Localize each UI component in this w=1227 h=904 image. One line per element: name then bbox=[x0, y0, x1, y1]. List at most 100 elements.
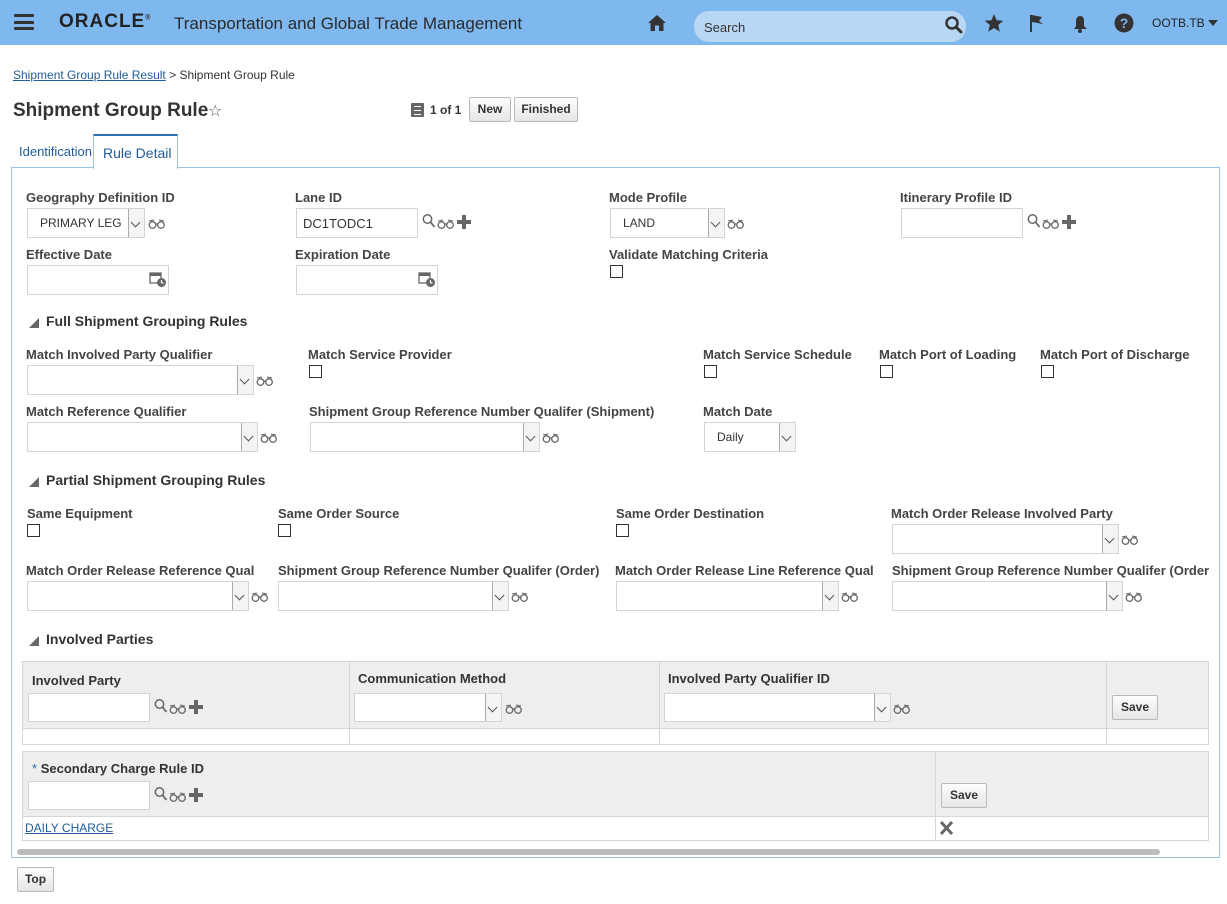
favorites-star-icon[interactable] bbox=[983, 12, 1005, 34]
view-details-icon[interactable] bbox=[511, 589, 529, 605]
communication-method-select[interactable] bbox=[354, 693, 502, 722]
or-involved-party-label: Match Order Release Involved Party bbox=[891, 506, 1113, 521]
view-details-icon[interactable] bbox=[169, 789, 187, 805]
table-header bbox=[23, 662, 1208, 728]
app-title: Transportation and Global Trade Manageme… bbox=[174, 14, 523, 33]
reference-qual-select[interactable] bbox=[27, 422, 258, 452]
collapse-triangle-icon[interactable] bbox=[29, 477, 39, 487]
chevron-down-icon[interactable] bbox=[874, 694, 890, 721]
search-input[interactable] bbox=[704, 17, 934, 37]
chevron-down-icon[interactable] bbox=[1102, 525, 1118, 553]
itinerary-profile-label: Itinerary Profile ID bbox=[900, 190, 1012, 205]
match-date-label: Match Date bbox=[703, 404, 773, 419]
home-icon[interactable] bbox=[647, 13, 667, 33]
chevron-down-icon[interactable] bbox=[241, 423, 257, 451]
full-grouping-title: Full Shipment Grouping Rules bbox=[46, 313, 248, 329]
involved-save-button[interactable]: Save bbox=[1112, 695, 1158, 720]
calendar-icon[interactable] bbox=[149, 270, 167, 288]
chevron-down-icon[interactable] bbox=[492, 582, 508, 610]
match-date-select[interactable]: Daily bbox=[704, 422, 796, 452]
or-ref-qual-label: Match Order Release Reference Qual bbox=[26, 563, 255, 578]
validate-matching-checkbox[interactable] bbox=[610, 265, 623, 278]
search-box[interactable] bbox=[694, 11, 966, 42]
user-menu[interactable]: OOTB.TB bbox=[1152, 16, 1205, 30]
mode-profile-select[interactable]: LAND bbox=[610, 208, 725, 238]
same-equipment-checkbox[interactable] bbox=[27, 524, 40, 537]
orl-ref-qual-select[interactable] bbox=[616, 581, 839, 611]
service-provider-checkbox[interactable] bbox=[309, 365, 322, 378]
favorite-star-icon[interactable]: ☆ bbox=[208, 101, 222, 121]
flags-icon[interactable] bbox=[1026, 12, 1048, 34]
tab-rule-detail[interactable]: Rule Detail bbox=[93, 134, 178, 169]
sg-ref-qual-shipment-select[interactable] bbox=[310, 422, 540, 452]
add-icon[interactable] bbox=[187, 699, 205, 715]
chevron-down-icon[interactable] bbox=[523, 423, 539, 451]
chevron-down-icon[interactable] bbox=[128, 209, 144, 237]
itinerary-profile-input[interactable] bbox=[901, 208, 1023, 238]
tab-identification[interactable]: Identification bbox=[19, 144, 92, 159]
port-discharge-checkbox[interactable] bbox=[1041, 365, 1054, 378]
view-details-icon[interactable] bbox=[1121, 532, 1139, 548]
add-icon[interactable] bbox=[1060, 214, 1078, 230]
match-date-value: Daily bbox=[717, 430, 744, 444]
chevron-down-icon[interactable] bbox=[485, 694, 501, 721]
port-loading-checkbox[interactable] bbox=[880, 365, 893, 378]
new-button[interactable]: New bbox=[469, 97, 511, 122]
finished-button[interactable]: Finished bbox=[514, 97, 578, 122]
same-order-source-checkbox[interactable] bbox=[278, 524, 291, 537]
notifications-icon[interactable] bbox=[1069, 12, 1091, 34]
view-details-icon[interactable] bbox=[256, 373, 274, 389]
chevron-down-icon[interactable] bbox=[779, 423, 795, 451]
chevron-down-icon[interactable] bbox=[1208, 20, 1218, 26]
collapse-triangle-icon[interactable] bbox=[29, 318, 39, 328]
or-ref-qual-select[interactable] bbox=[27, 581, 249, 611]
view-details-icon[interactable] bbox=[1042, 216, 1060, 232]
secondary-charge-rule-input[interactable] bbox=[28, 781, 150, 810]
view-details-icon[interactable] bbox=[251, 589, 269, 605]
menu-icon[interactable] bbox=[14, 14, 34, 30]
chevron-down-icon[interactable] bbox=[1106, 582, 1122, 610]
or-involved-party-select[interactable] bbox=[892, 524, 1119, 554]
service-schedule-checkbox[interactable] bbox=[704, 365, 717, 378]
view-details-icon[interactable] bbox=[1125, 589, 1143, 605]
delete-x-icon[interactable] bbox=[938, 820, 956, 836]
breadcrumb: Shipment Group Rule Result > Shipment Gr… bbox=[13, 68, 295, 82]
chevron-down-icon[interactable] bbox=[822, 582, 838, 610]
chevron-down-icon[interactable] bbox=[708, 209, 724, 237]
involved-party-input[interactable] bbox=[28, 693, 150, 722]
view-details-icon[interactable] bbox=[542, 430, 560, 446]
view-details-icon[interactable] bbox=[260, 430, 278, 446]
chevron-down-icon[interactable] bbox=[232, 582, 248, 610]
sg-ref-qual-order2-select[interactable] bbox=[892, 581, 1123, 611]
help-icon[interactable]: ? bbox=[1113, 12, 1135, 34]
expiration-date-input[interactable] bbox=[296, 265, 438, 295]
involved-party-qual-select[interactable] bbox=[27, 365, 254, 395]
view-details-icon[interactable] bbox=[437, 216, 455, 232]
secondary-save-button[interactable]: Save bbox=[941, 783, 987, 808]
involved-party-qualifier-select[interactable] bbox=[664, 693, 891, 722]
add-icon[interactable] bbox=[455, 214, 473, 230]
service-provider-label: Match Service Provider bbox=[308, 347, 452, 362]
search-icon[interactable] bbox=[944, 15, 964, 35]
calendar-icon[interactable] bbox=[418, 270, 436, 288]
top-button[interactable]: Top bbox=[17, 867, 54, 892]
add-icon[interactable] bbox=[187, 787, 205, 803]
geography-definition-select[interactable]: PRIMARY LEG bbox=[27, 208, 145, 238]
pager-count: 1 of 1 bbox=[430, 103, 462, 117]
sg-ref-qual-order-select[interactable] bbox=[278, 581, 509, 611]
breadcrumb-parent-link[interactable]: Shipment Group Rule Result bbox=[13, 68, 166, 82]
lane-id-input[interactable] bbox=[296, 208, 418, 238]
chevron-down-icon[interactable] bbox=[237, 366, 253, 394]
horizontal-scrollbar[interactable] bbox=[17, 849, 1160, 855]
view-details-icon[interactable] bbox=[893, 701, 911, 717]
effective-date-input[interactable] bbox=[27, 265, 169, 295]
view-details-icon[interactable] bbox=[505, 701, 523, 717]
view-details-icon[interactable] bbox=[169, 701, 187, 717]
view-details-icon[interactable] bbox=[148, 216, 166, 232]
view-details-icon[interactable] bbox=[841, 589, 859, 605]
table-row-link[interactable]: DAILY CHARGE bbox=[25, 821, 113, 835]
same-order-dest-checkbox[interactable] bbox=[616, 524, 629, 537]
top-bar: ORACLE® Transportation and Global Trade … bbox=[0, 0, 1227, 45]
collapse-triangle-icon[interactable] bbox=[29, 636, 39, 646]
view-details-icon[interactable] bbox=[727, 216, 745, 232]
